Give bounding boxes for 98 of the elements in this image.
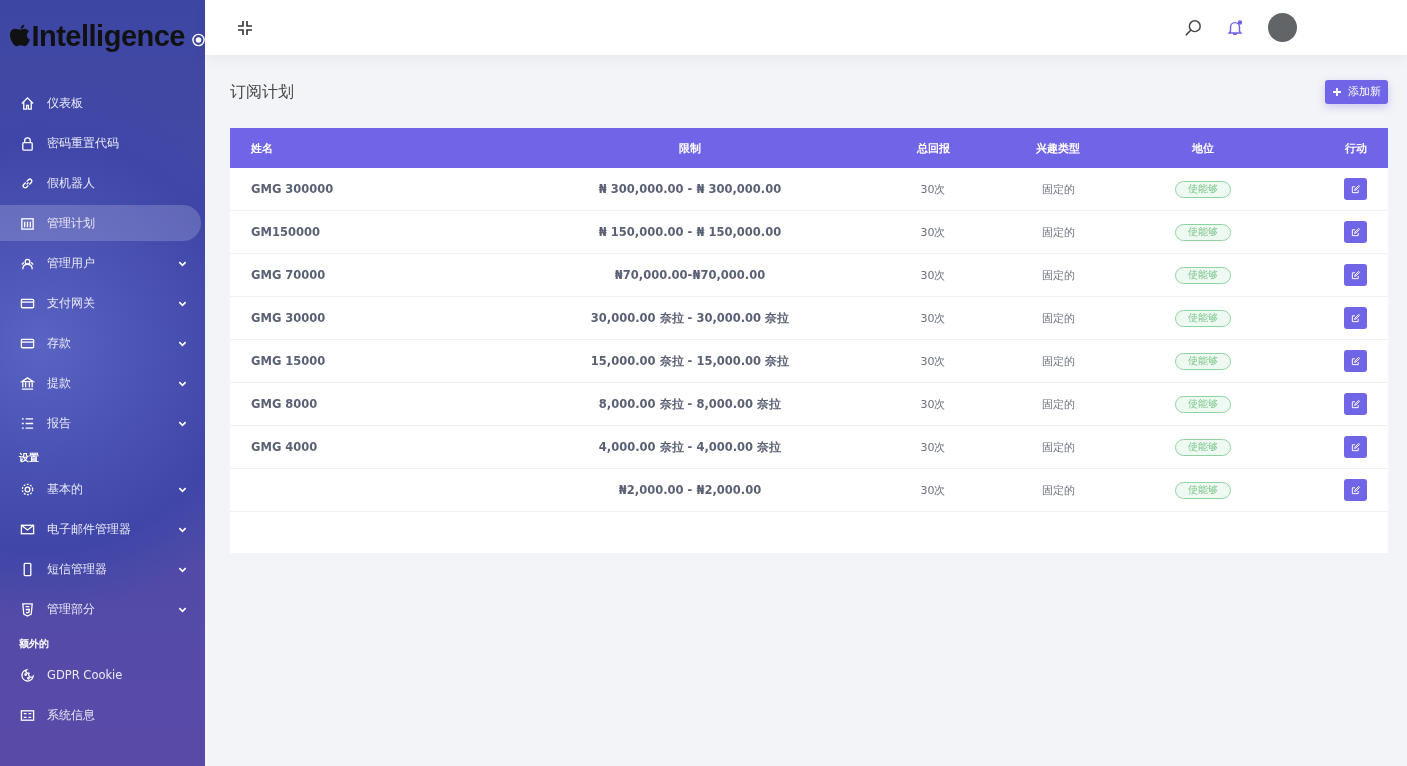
sidebar-item[interactable]: 电子邮件管理器 [0,511,201,547]
interest-type: 固定的 [1041,225,1075,239]
link-icon [20,175,35,191]
total-return: 30次 [920,268,946,282]
page-title: 订阅计划 [230,81,294,103]
status-badge: 使能够 [1175,481,1231,499]
total-return: 30次 [920,397,946,411]
status-badge: 使能够 [1175,438,1231,456]
plan-name: GMG 4000 [251,440,318,454]
sidebar-item[interactable]: 短信管理器 [0,551,201,587]
total-return: 30次 [920,483,946,497]
status-badge: 使能够 [1175,180,1231,198]
edit-icon [1351,485,1360,495]
server-icon [20,707,35,723]
total-return: 30次 [920,225,946,239]
section-heading: 设置 [18,451,40,465]
apple-logo-icon [10,23,31,49]
status-badge: 使能够 [1175,352,1231,370]
column-header: 行动 [1344,140,1368,156]
sidebar-item[interactable]: 存款 [0,325,201,361]
status-badge: 使能够 [1175,266,1231,284]
interest-type: 固定的 [1041,268,1075,282]
edit-icon [1351,356,1360,366]
limit-range: ₦ 300,000.00 - ₦ 300,000.00 [598,182,782,196]
interest-type: 固定的 [1041,440,1075,454]
total-return: 30次 [920,182,946,196]
sidebar-item[interactable]: 基本的 [0,471,201,507]
plan-name: GMG 8000 [251,397,318,411]
column-header: 兴趣类型 [1035,140,1081,156]
limit-range: 30,000.00 奈拉 - 30,000.00 奈拉 [590,310,790,325]
logo-text: Intelligence [31,19,185,53]
cookie-icon [20,667,35,683]
limit-range: 8,000.00 奈拉 - 8,000.00 奈拉 [598,396,782,411]
sidebar-item[interactable]: 支付网关 [0,285,201,321]
edit-icon [1351,270,1360,280]
edit-button[interactable] [1344,264,1367,286]
status-badge: 使能够 [1175,223,1231,241]
edit-icon [1351,227,1360,237]
sidebar-item[interactable]: 系统信息 [0,697,201,733]
sidebar-item[interactable]: 管理用户 [0,245,201,281]
sidebar-item[interactable]: 管理部分 [0,591,201,627]
lock-icon [20,135,35,151]
limit-range: ₦2,000.00 - ₦2,000.00 [618,483,762,497]
interest-type: 固定的 [1041,354,1075,368]
column-header: 限制 [678,140,702,156]
interest-type: 固定的 [1041,483,1075,497]
edit-icon [1351,184,1360,194]
edit-icon [1351,313,1360,323]
status-badge: 使能够 [1175,395,1231,413]
edit-icon [1351,399,1360,409]
limit-range: ₦70,000.00-₦70,000.00 [614,268,766,282]
edit-icon [1351,442,1360,452]
list-icon [20,415,35,431]
html-icon [20,601,35,617]
plan-name: GMG 30000 [251,311,326,325]
limit-range: ₦ 150,000.00 - ₦ 150,000.00 [598,225,782,239]
plan-name: GMG 300000 [251,182,334,196]
edit-button[interactable] [1344,479,1367,501]
sidebar-item[interactable]: 报告 [0,405,201,441]
edit-button[interactable] [1344,350,1367,372]
total-return: 30次 [920,354,946,368]
total-return: 30次 [920,440,946,454]
interest-type: 固定的 [1041,182,1075,196]
limit-range: 4,000.00 奈拉 - 4,000.00 奈拉 [598,439,782,454]
column-header: 总回报 [915,140,951,156]
limit-range: 15,000.00 奈拉 - 15,000.00 奈拉 [590,353,790,368]
building-icon [20,215,35,231]
status-badge: 使能够 [1175,309,1231,327]
plan-name: GM150000 [251,225,320,239]
plan-name: GMG 15000 [251,354,326,368]
section-heading: 额外的 [18,637,50,651]
edit-button[interactable] [1344,393,1367,415]
edit-button[interactable] [1344,221,1367,243]
sidebar-item[interactable]: 假机器人 [0,165,201,201]
column-header: 地位 [1191,140,1215,156]
column-header: 姓名 [250,140,274,156]
sidebar-toggle-icon[interactable] [192,33,205,47]
home-icon [20,95,35,111]
bell-icon[interactable] [1226,18,1244,37]
search-icon[interactable] [1184,18,1202,37]
interest-type: 固定的 [1041,397,1075,411]
add-new-button[interactable]: 添加新 [1325,80,1388,104]
sidebar-item[interactable]: 管理计划 [0,205,201,241]
user-avatar[interactable] [1268,13,1297,42]
bank-icon [20,375,35,391]
gear-icon [20,481,35,497]
sidebar-item[interactable]: 密码重置代码 [0,125,201,161]
sidebar-item[interactable]: 提款 [0,365,201,401]
edit-button[interactable] [1344,307,1367,329]
edit-button[interactable] [1344,178,1367,200]
plus-icon [1332,87,1342,97]
collapse-icon[interactable] [237,19,253,36]
total-return: 30次 [920,311,946,325]
sidebar-item[interactable]: GDPR Cookie [0,657,201,693]
sidebar-item[interactable]: 仪表板 [0,85,201,121]
edit-button[interactable] [1344,436,1367,458]
interest-type: 固定的 [1041,311,1075,325]
plan-name: GMG 70000 [251,268,326,282]
